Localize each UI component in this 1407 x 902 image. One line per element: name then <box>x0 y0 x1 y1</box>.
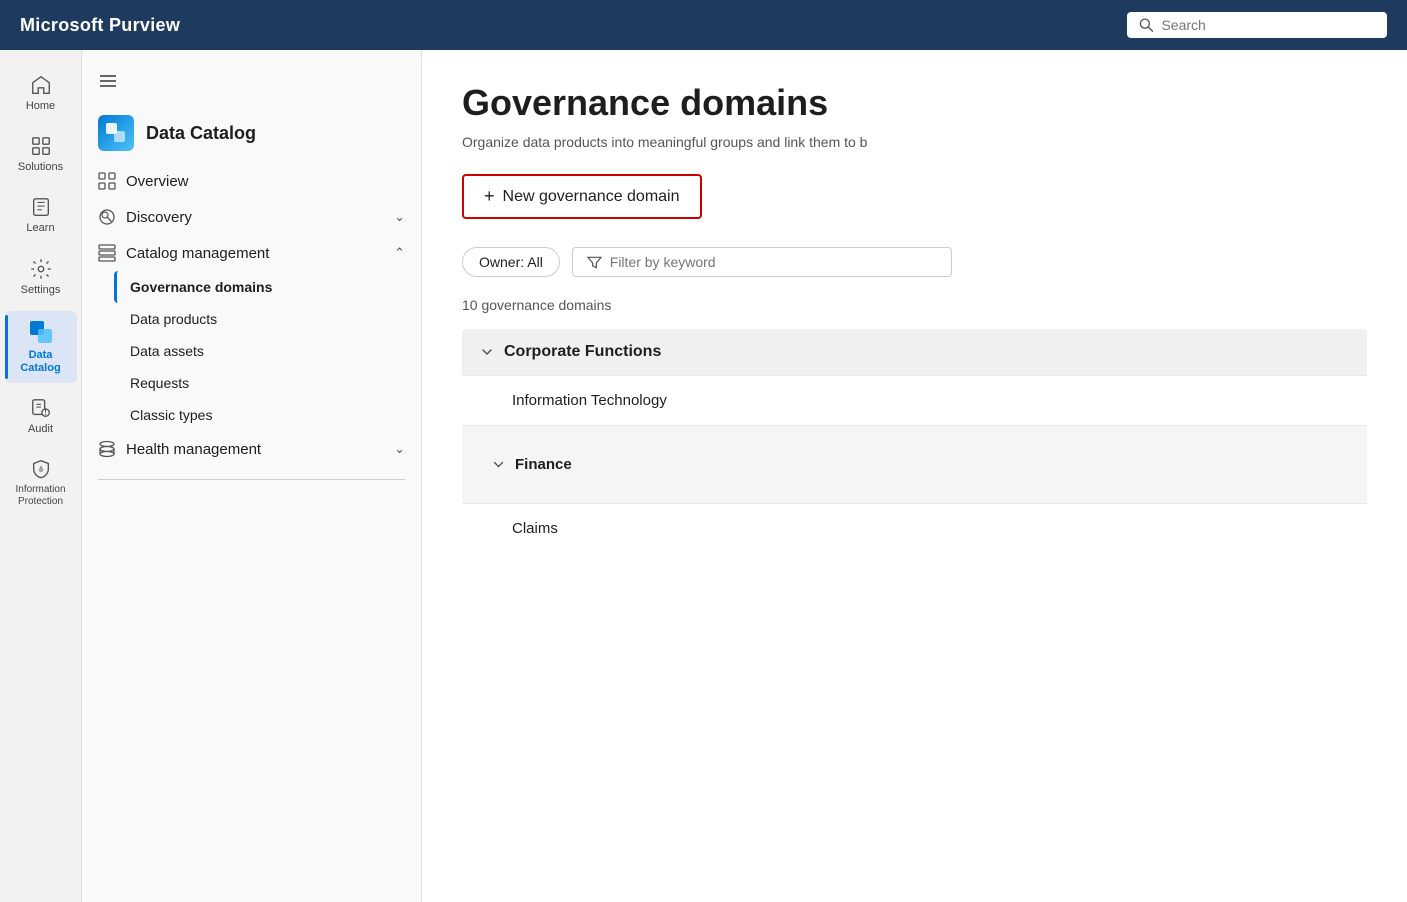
sidebar-item-info-protection-label: Information Protection <box>15 484 67 508</box>
domain-subgroup-finance-label: Finance <box>515 456 572 473</box>
health-management-chevron: ⌄ <box>394 441 405 457</box>
owner-filter-button[interactable]: Owner: All <box>462 247 560 277</box>
overview-icon <box>98 172 116 190</box>
app-title: Microsoft Purview <box>20 15 180 36</box>
menu-item-overview[interactable]: Overview <box>82 163 421 199</box>
sidebar-item-settings-label: Settings <box>21 284 61 297</box>
grid-icon <box>30 135 52 157</box>
side-menu: Data Catalog Overview Discovery ⌄ <box>82 50 422 902</box>
chevron-down-icon <box>480 345 494 359</box>
main-layout: Home Solutions Learn <box>0 50 1407 902</box>
protection-icon <box>30 458 52 480</box>
menu-item-discovery[interactable]: Discovery ⌄ <box>82 199 421 235</box>
sub-item-requests[interactable]: Requests <box>114 367 421 399</box>
filter-row: Owner: All <box>462 247 1367 277</box>
catalog-header-icon <box>98 115 134 151</box>
owner-filter-label: Owner: All <box>479 254 543 270</box>
sidebar-item-solutions[interactable]: Solutions <box>5 127 77 182</box>
sub-item-data-products[interactable]: Data products <box>114 303 421 335</box>
sidebar-item-home-label: Home <box>26 100 55 113</box>
new-governance-domain-button[interactable]: + New governance domain <box>462 174 702 219</box>
discovery-icon <box>98 208 116 226</box>
health-mgmt-icon <box>98 440 116 458</box>
topbar: Microsoft Purview <box>0 0 1407 50</box>
menu-item-discovery-label: Discovery <box>126 209 192 226</box>
domain-item-claims[interactable]: Claims <box>462 503 1367 553</box>
sidebar-item-learn-label: Learn <box>26 222 54 235</box>
icon-nav: Home Solutions Learn <box>0 50 82 902</box>
gear-icon <box>30 258 52 280</box>
sub-item-requests-label: Requests <box>130 375 189 391</box>
book-icon <box>30 196 52 218</box>
domain-list: Corporate Functions Information Technolo… <box>462 329 1367 553</box>
home-icon <box>30 74 52 96</box>
domain-item-information-technology-label: Information Technology <box>512 392 667 409</box>
new-domain-btn-label: New governance domain <box>503 188 680 206</box>
sub-item-governance-domains-label: Governance domains <box>130 279 272 295</box>
keyword-filter-wrap[interactable] <box>572 247 952 277</box>
sub-item-data-products-label: Data products <box>130 311 217 327</box>
sidebar-item-settings[interactable]: Settings <box>5 250 77 305</box>
sidebar-item-home[interactable]: Home <box>5 66 77 121</box>
hamburger-menu[interactable] <box>82 60 421 107</box>
side-menu-title: Data Catalog <box>146 123 256 144</box>
search-input[interactable] <box>1161 17 1375 33</box>
filter-icon <box>587 254 602 270</box>
page-subtitle: Organize data products into meaningful g… <box>462 134 1367 150</box>
main-content: Governance domains Organize data product… <box>422 50 1407 902</box>
sub-item-classic-types-label: Classic types <box>130 407 212 423</box>
sidebar-item-data-catalog-label: Data Catalog <box>15 349 67 375</box>
sub-item-classic-types[interactable]: Classic types <box>114 399 421 431</box>
domain-group-corporate-functions-label: Corporate Functions <box>504 343 661 361</box>
hamburger-icon <box>98 71 118 91</box>
menu-item-catalog-management[interactable]: Catalog management ⌃ <box>82 235 421 271</box>
menu-item-catalog-management-label: Catalog management <box>126 245 269 262</box>
sidebar-item-solutions-label: Solutions <box>18 161 63 174</box>
sidebar-item-audit-label: Audit <box>28 423 53 436</box>
sub-item-governance-domains[interactable]: Governance domains <box>114 271 421 303</box>
side-menu-divider <box>98 479 405 480</box>
active-bar <box>5 315 8 379</box>
plus-icon: + <box>484 186 495 207</box>
discovery-chevron: ⌄ <box>394 209 405 225</box>
sidebar-item-data-catalog[interactable]: Data Catalog <box>5 311 77 383</box>
catalog-mgmt-icon <box>98 244 116 262</box>
domain-group-corporate-functions: Corporate Functions Information Technolo… <box>462 329 1367 553</box>
side-menu-header: Data Catalog <box>82 107 421 159</box>
menu-item-overview-label: Overview <box>126 173 189 190</box>
search-icon <box>1139 17 1153 33</box>
search-bar[interactable] <box>1127 12 1387 38</box>
sidebar-item-info-protection[interactable]: Information Protection <box>5 450 77 516</box>
chevron-down-finance-icon <box>492 458 505 471</box>
sidebar-item-audit[interactable]: Audit <box>5 389 77 444</box>
catalog-management-subitems: Governance domains Data products Data as… <box>82 271 421 431</box>
domain-item-information-technology[interactable]: Information Technology <box>462 375 1367 425</box>
domain-item-claims-label: Claims <box>512 520 558 537</box>
menu-item-health-management-label: Health management <box>126 441 261 458</box>
domain-subgroup-finance-header[interactable]: Finance <box>492 442 1349 487</box>
page-title: Governance domains <box>462 82 1367 124</box>
sub-item-data-assets[interactable]: Data assets <box>114 335 421 367</box>
sub-item-data-assets-label: Data assets <box>130 343 204 359</box>
domain-subgroup-finance[interactable]: Finance <box>462 425 1367 503</box>
domain-count: 10 governance domains <box>462 297 1367 313</box>
menu-item-health-management[interactable]: Health management ⌄ <box>82 431 421 467</box>
sidebar-item-learn[interactable]: Learn <box>5 188 77 243</box>
catalog-icon <box>28 319 54 345</box>
domain-group-corporate-functions-header[interactable]: Corporate Functions <box>462 329 1367 375</box>
keyword-filter-input[interactable] <box>610 254 937 270</box>
catalog-management-chevron: ⌃ <box>394 245 405 261</box>
audit-icon <box>30 397 52 419</box>
